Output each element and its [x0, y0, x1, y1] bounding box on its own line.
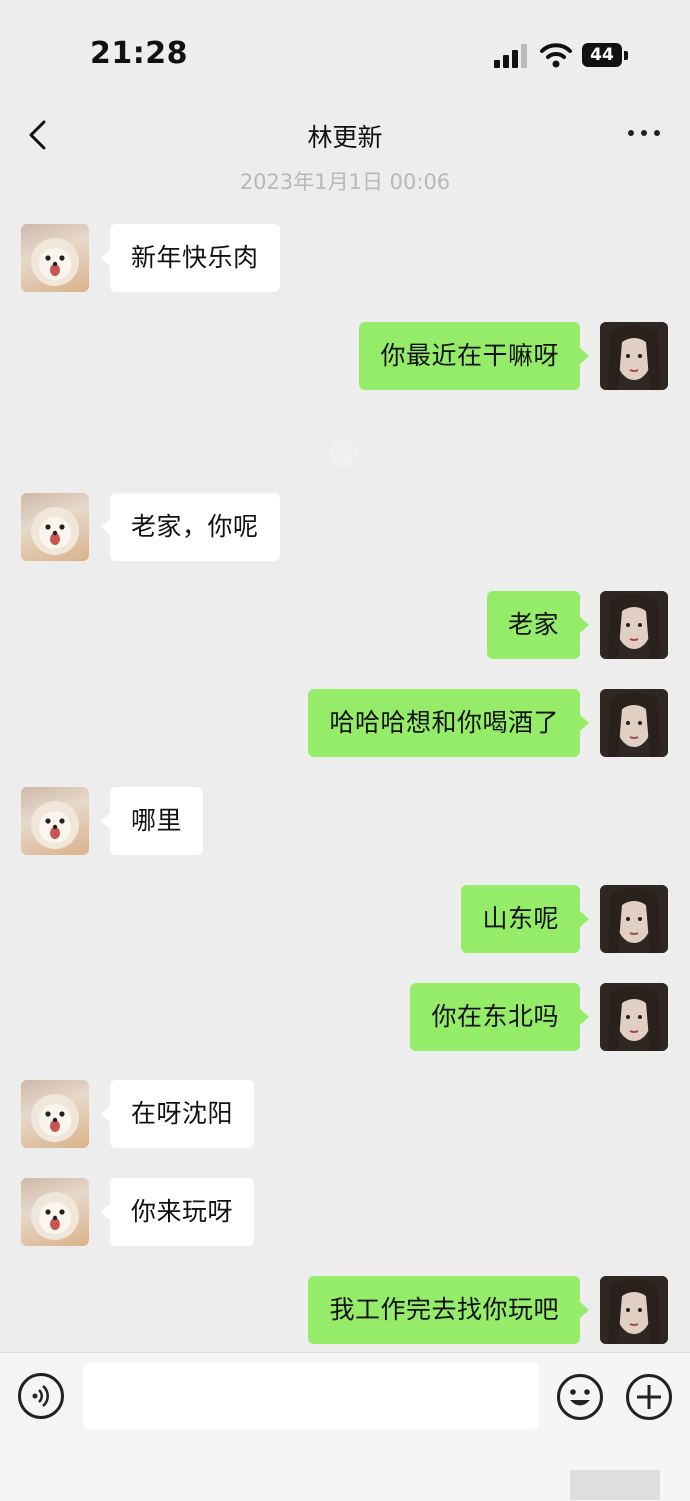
message-bubble[interactable]: 哪里: [100, 787, 204, 855]
battery-icon: 44: [582, 43, 622, 67]
outgoing-message: 老家: [0, 591, 690, 661]
home-indicator-area: [570, 1470, 660, 1500]
cellular-signal-icon: [494, 44, 530, 68]
message-bubble[interactable]: 你在东北吗: [410, 983, 589, 1051]
outgoing-message: 我工作完去找你玩吧: [0, 1276, 690, 1346]
contact-avatar[interactable]: [21, 1080, 89, 1148]
self-avatar[interactable]: [600, 591, 668, 659]
incoming-message: 老家，你呢: [0, 493, 690, 563]
nav-bar: 林更新: [0, 100, 690, 172]
message-bubble[interactable]: 山东呢: [461, 885, 589, 953]
status-time: 21:28: [90, 36, 188, 71]
message-bubble[interactable]: 在呀沈阳: [100, 1080, 255, 1148]
status-bar: 21:28 44: [0, 0, 690, 100]
message-bubble[interactable]: 老家: [486, 591, 590, 659]
more-dots-icon[interactable]: [628, 122, 660, 146]
message-bubble[interactable]: 新年快乐肉: [101, 224, 280, 292]
emoji-icon[interactable]: [556, 1373, 604, 1421]
self-avatar[interactable]: [600, 1276, 668, 1344]
incoming-message: 新年快乐肉: [0, 224, 690, 294]
self-avatar[interactable]: [600, 885, 668, 953]
contact-avatar[interactable]: [21, 493, 89, 561]
voice-icon[interactable]: [18, 1373, 64, 1419]
incoming-message: 在呀沈阳: [0, 1080, 690, 1150]
battery-tip: [624, 51, 628, 60]
outgoing-message: 你在东北吗: [0, 983, 690, 1053]
message-bubble[interactable]: 老家，你呢: [101, 493, 280, 561]
self-avatar[interactable]: [600, 322, 668, 390]
contact-avatar[interactable]: [21, 224, 89, 292]
message-bubble[interactable]: 你来玩呀: [100, 1178, 255, 1246]
watermark: @: [329, 434, 361, 469]
contact-avatar[interactable]: [21, 1178, 89, 1246]
message-bubble[interactable]: 哈哈哈想和你喝酒了: [308, 689, 589, 757]
outgoing-message: 哈哈哈想和你喝酒了: [0, 689, 690, 759]
message-timestamp: 2023年1月1日 00:06: [239, 170, 451, 194]
message-bubble[interactable]: 你最近在干嘛呀: [359, 322, 589, 390]
outgoing-message: 山东呢: [0, 885, 690, 955]
outgoing-message: 你最近在干嘛呀: [0, 322, 690, 392]
self-avatar[interactable]: [600, 689, 668, 757]
incoming-message: 你来玩呀: [0, 1178, 690, 1248]
contact-avatar[interactable]: [21, 787, 89, 855]
chat-title: 林更新: [307, 123, 383, 152]
wifi-icon: [540, 43, 572, 68]
self-avatar[interactable]: [600, 983, 668, 1051]
incoming-message: 哪里: [0, 787, 690, 857]
plus-icon[interactable]: [625, 1373, 673, 1421]
message-bubble[interactable]: 我工作完去找你玩吧: [308, 1276, 589, 1344]
message-input[interactable]: [83, 1363, 539, 1429]
